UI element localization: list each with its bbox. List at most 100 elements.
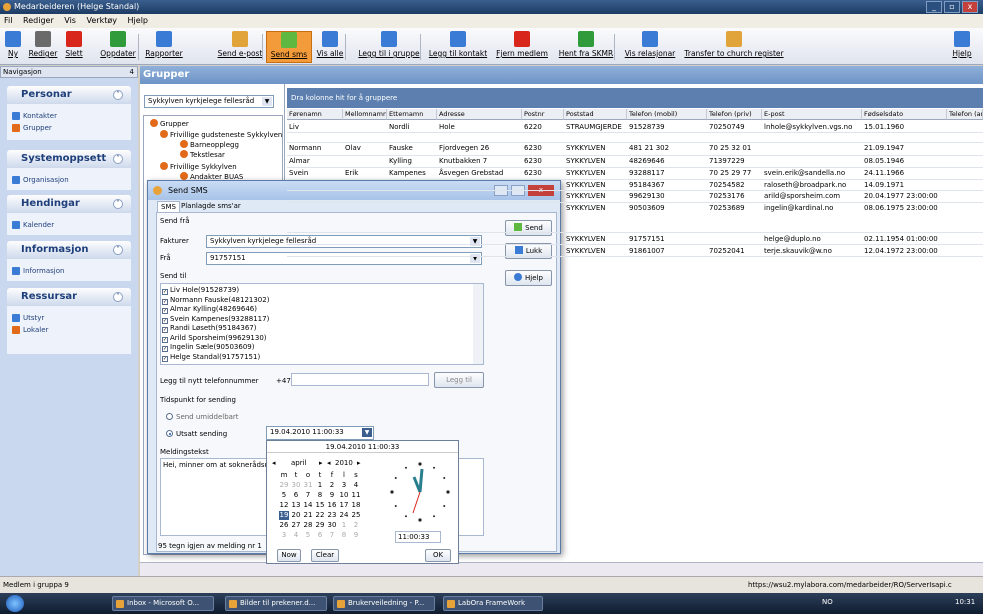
calendar-day[interactable]: 4 [351, 481, 361, 490]
recipient-item[interactable]: ✓ Randi Løseth(95184367) [162, 324, 256, 333]
now-button[interactable]: Now [277, 549, 301, 562]
tree-node[interactable]: Grupper [150, 119, 189, 129]
menu-vis[interactable]: Vis [64, 16, 76, 25]
nav-group-hendingar[interactable]: Hendingar ˄ [7, 195, 131, 213]
nav-group-systemoppsett[interactable]: Systemoppsett ˄ [7, 150, 131, 168]
calendar-day[interactable]: 8 [339, 531, 349, 540]
calendar-day[interactable]: 28 [303, 521, 313, 530]
table-cell[interactable]: arild@sporsheim.com [762, 191, 862, 201]
sidebar-item-organisasjon[interactable]: Organisasjon [12, 175, 69, 185]
calendar-day[interactable]: 15 [315, 501, 325, 510]
recipient-item[interactable]: ✓ Svein Kampenes(93288117) [162, 315, 269, 324]
column-header[interactable]: Telefon (arb) [947, 109, 983, 120]
table-cell[interactable]: Fjordvegen 26 [437, 143, 522, 153]
table-cell[interactable]: Liv [287, 122, 343, 132]
tree-node[interactable]: Tekstlesar [180, 150, 225, 160]
calendar-day[interactable]: 14 [303, 501, 313, 510]
maximize-button[interactable]: ▫ [944, 1, 960, 13]
table-cell[interactable]: Kylling [387, 156, 437, 166]
calendar-day[interactable]: 1 [339, 521, 349, 530]
table-cell[interactable]: Erik [343, 168, 387, 178]
sidebar-item-kontakter[interactable]: Kontakter [12, 111, 57, 121]
table-cell[interactable]: Kampenes [387, 168, 437, 178]
taskbar-task[interactable]: Brukerveiledning - P... [333, 596, 435, 611]
table-cell[interactable]: Almar [287, 156, 343, 166]
recipient-item[interactable]: ✓ Normann Fauske(48121302) [162, 296, 269, 305]
toolbar-button-7[interactable]: Vis alle [315, 31, 345, 63]
toolbar-button-0[interactable]: Ny [2, 31, 24, 63]
new-number-input[interactable] [291, 373, 429, 386]
menu-hjelp[interactable]: Hjelp [128, 16, 148, 25]
calendar-day[interactable]: 21 [303, 511, 313, 520]
recipient-item[interactable]: ✓ Liv Hole(91528739) [162, 286, 239, 295]
table-cell[interactable]: SYKKYLVEN [564, 143, 627, 153]
table-cell[interactable]: Olav [343, 143, 387, 153]
table-cell[interactable]: 6220 [522, 122, 564, 132]
table-cell[interactable]: 481 21 302 [627, 143, 707, 153]
menu-verktoy[interactable]: Verktøy [87, 16, 117, 25]
table-cell[interactable]: lnhole@sykkylven.vgs.no [762, 122, 862, 132]
table-cell[interactable]: 70253689 [707, 203, 762, 213]
close-button[interactable]: x [962, 1, 978, 13]
tree-node[interactable]: Barneopplegg [180, 140, 239, 150]
table-cell[interactable]: 48269646 [627, 156, 707, 166]
table-cell[interactable]: helge@duplo.no [762, 234, 862, 244]
table-cell[interactable]: Hole [437, 122, 522, 132]
prev-year-button[interactable]: ◂ [327, 459, 331, 467]
checkbox-checked-icon[interactable]: ✓ [162, 308, 168, 314]
fakturer-select[interactable]: Sykkylven kyrkjelege fellesråd ▼ [206, 235, 482, 248]
toolbar-button-10[interactable]: Fjern medlem [494, 31, 550, 63]
calendar-day[interactable]: 18 [351, 501, 361, 510]
toolbar-button-14[interactable]: Hjelp [950, 31, 974, 63]
toolbar-button-11[interactable]: Hent fra SKMR [556, 31, 616, 63]
table-cell[interactable]: 91528739 [627, 122, 707, 132]
toolbar-button-13[interactable]: Transfer to church register [684, 31, 784, 63]
toolbar-button-4[interactable]: Rapporter [145, 31, 183, 63]
table-cell[interactable]: 71397229 [707, 156, 762, 166]
table-cell[interactable]: 70 25 32 01 [707, 143, 762, 153]
table-cell[interactable]: STRAUMGJERDE [564, 122, 627, 132]
calendar-day[interactable]: 16 [327, 501, 337, 510]
chevron-up-icon[interactable]: ˄ [113, 154, 123, 164]
calendar-day[interactable]: 11 [351, 491, 361, 500]
column-header[interactable]: Poststad [564, 109, 627, 120]
table-cell[interactable]: SYKKYLVEN [564, 168, 627, 178]
column-header[interactable]: Etternamn [387, 109, 437, 120]
calendar-day[interactable]: 24 [339, 511, 349, 520]
calendar-day[interactable]: 13 [291, 501, 301, 510]
taskbar-task[interactable]: LabOra FrameWork [443, 596, 543, 611]
send-later-option[interactable]: Utsatt sending [166, 429, 227, 439]
calendar-day[interactable]: 17 [339, 501, 349, 510]
column-header[interactable]: Mellomnamn [343, 109, 387, 120]
table-cell[interactable]: Knutbakken 7 [437, 156, 522, 166]
calendar-day[interactable]: 3 [279, 531, 289, 540]
checkbox-checked-icon[interactable]: ✓ [162, 336, 168, 343]
table-cell[interactable]: 12.04.1972 23:00:00 [862, 246, 947, 256]
calendar-day[interactable]: 4 [291, 531, 301, 540]
taskbar-task[interactable]: Inbox - Microsoft O... [112, 596, 214, 611]
chevron-up-icon[interactable]: ˄ [113, 245, 123, 255]
table-cell[interactable]: Nordli [387, 122, 437, 132]
recipient-item[interactable]: ✓ Helge Standal(91757151) [162, 353, 260, 362]
language-indicator[interactable]: NO [822, 598, 833, 606]
table-cell[interactable]: 6230 [522, 168, 564, 178]
checkbox-checked-icon[interactable]: ✓ [162, 355, 168, 362]
toolbar-button-1[interactable]: Rediger [28, 31, 58, 63]
organisation-select[interactable]: Sykkylven kyrkjelege fellesråd ▼ [144, 95, 274, 108]
add-number-button[interactable]: Legg til [434, 372, 484, 388]
toolbar-button-5[interactable]: Send e-post [215, 31, 265, 63]
table-cell[interactable]: 08.06.1975 23:00:00 [862, 203, 947, 213]
send-button[interactable]: Send [505, 220, 552, 236]
sidebar-item-kalender[interactable]: Kalender [12, 220, 54, 230]
table-cell[interactable]: 21.09.1947 [862, 143, 947, 153]
toolbar-button-12[interactable]: Vis relasjonar [622, 31, 678, 63]
table-cell[interactable]: 6230 [522, 156, 564, 166]
send-later-radio[interactable] [166, 430, 173, 437]
table-cell[interactable]: SYKKYLVEN [564, 180, 627, 190]
recipient-item[interactable]: ✓ Arild Sporsheim(99629130) [162, 334, 267, 343]
calendar-day[interactable]: 22 [315, 511, 325, 520]
month-label[interactable]: april [291, 459, 307, 467]
table-cell[interactable]: Åsvegen Grebstad [437, 168, 522, 178]
table-cell[interactable]: 90503609 [627, 203, 707, 213]
calendar-day[interactable]: 1 [315, 481, 325, 490]
